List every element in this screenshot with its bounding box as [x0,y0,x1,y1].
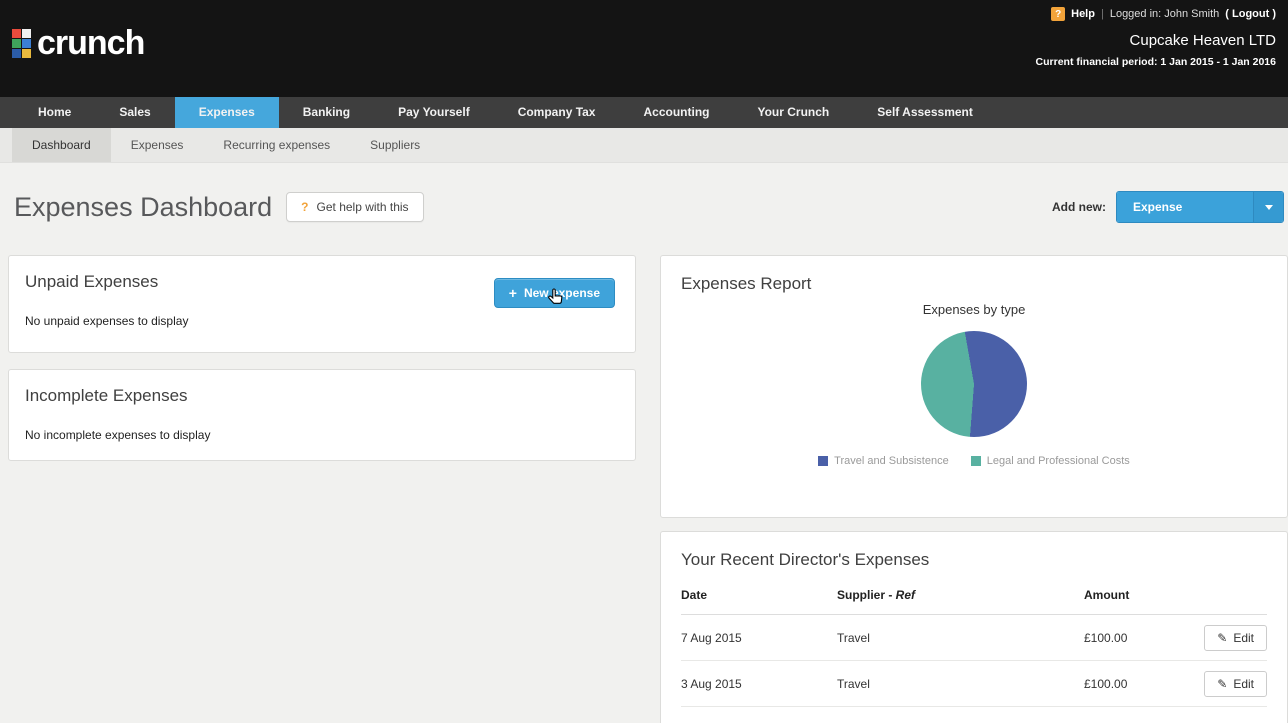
main-nav: Home Sales Expenses Banking Pay Yourself… [0,97,1288,128]
question-icon: ? [301,200,309,214]
chart-title: Expenses by type [922,302,1026,317]
add-new-expense-button[interactable]: Expense [1117,192,1253,222]
nav-item-sales[interactable]: Sales [95,97,174,128]
edit-button[interactable]: ✎ Edit [1204,670,1267,697]
financial-period-value: 1 Jan 2015 - 1 Jan 2016 [1160,56,1276,68]
legend-swatch-legal [970,456,981,466]
logout-link[interactable]: ( Logout ) [1225,8,1276,20]
legend-item: Travel and Subsistence [818,455,949,467]
nav-item-self-assessment[interactable]: Self Assessment [853,97,997,128]
legend-swatch-travel [818,456,829,466]
recent-expenses-table: Date Supplier - Ref Amount 7 Aug 2015 Tr… [681,588,1267,707]
financial-period-label: Current financial period: [1035,56,1158,68]
nav-item-banking[interactable]: Banking [279,97,374,128]
nav-item-expenses[interactable]: Expenses [174,97,279,128]
get-help-label: Get help with this [316,200,409,214]
left-column: Unpaid Expenses + New expense No unpaid … [8,255,636,461]
incomplete-empty-text: No incomplete expenses to display [25,428,211,442]
crunch-logo-text: crunch [37,24,145,62]
table-header-row: Date Supplier - Ref Amount [681,588,1267,615]
edit-button[interactable]: ✎ Edit [1204,624,1267,651]
expenses-report-title: Expenses Report [681,274,812,293]
column-date: Date [681,588,708,602]
nav-item-company-tax[interactable]: Company Tax [494,97,620,128]
page-title: Expenses Dashboard [14,191,273,222]
subnav-item-suppliers[interactable]: Suppliers [350,128,440,162]
help-link[interactable]: Help [1071,8,1095,20]
topbar: crunch ? Help | Logged in: John Smith ( … [0,0,1288,97]
recent-expenses-card: Your Recent Director's Expenses Date Sup… [660,531,1288,723]
new-expense-button[interactable]: + New expense [493,278,615,308]
table-row: 3 Aug 2015 Travel £100.00 ✎ Edit [681,661,1267,707]
add-new-label: Add new: [1052,200,1106,214]
incomplete-expenses-title: Incomplete Expenses [25,386,188,405]
get-help-button[interactable]: ? Get help with this [286,192,424,222]
edit-label: Edit [1233,676,1254,691]
dropdown-toggle[interactable] [1253,192,1283,222]
sub-nav: Dashboard Expenses Recurring expenses Su… [0,128,1288,163]
separator: | [1100,8,1104,20]
cell-date: 7 Aug 2015 [681,630,742,645]
page: crunch ? Help | Logged in: John Smith ( … [0,0,1288,723]
chart-legend: Travel and Subsistence Legal and Profess… [681,455,1267,467]
nav-item-accounting[interactable]: Accounting [619,97,733,128]
pencil-icon: ✎ [1217,676,1228,691]
logged-in-text: Logged in: John Smith [1109,8,1220,20]
nav-item-your-crunch[interactable]: Your Crunch [733,97,853,128]
edit-label: Edit [1233,630,1254,645]
legend-item: Legal and Professional Costs [970,455,1130,467]
pencil-icon: ✎ [1217,630,1228,645]
cell-supplier: Travel [837,630,870,645]
column-amount: Amount [1084,588,1130,602]
legend-label-legal: Legal and Professional Costs [986,455,1130,467]
column-supplier-ref: Supplier - Ref [837,588,916,602]
crunch-logo[interactable]: crunch [12,24,145,62]
subnav-item-dashboard[interactable]: Dashboard [12,128,111,162]
table-row: 7 Aug 2015 Travel £100.00 ✎ Edit [681,615,1267,661]
financial-period: Current financial period: 1 Jan 2015 - 1… [1036,56,1276,68]
page-header: Expenses Dashboard ? Get help with this … [0,163,1288,227]
legend-label-travel: Travel and Subsistence [834,455,949,467]
new-expense-label: New expense [523,286,600,300]
plus-icon: + [508,285,517,301]
unpaid-empty-text: No unpaid expenses to display [25,314,189,328]
recent-expenses-title: Your Recent Director's Expenses [681,550,930,569]
topbar-user-row: ? Help | Logged in: John Smith ( Logout … [1036,7,1276,21]
topbar-right: ? Help | Logged in: John Smith ( Logout … [1036,7,1276,68]
help-icon[interactable]: ? [1051,7,1066,21]
add-new-expense-dropdown[interactable]: Expense [1116,191,1284,223]
incomplete-expenses-card: Incomplete Expenses No incomplete expens… [8,369,636,461]
company-name: Cupcake Heaven LTD [1129,32,1276,49]
unpaid-expenses-card: Unpaid Expenses + New expense No unpaid … [8,255,636,353]
subnav-item-expenses[interactable]: Expenses [111,128,204,162]
crunch-logo-icon [12,28,31,58]
right-column: Expenses Report Expenses by type Travel … [660,255,1288,723]
nav-item-home[interactable]: Home [14,97,95,128]
chevron-down-icon [1264,204,1273,210]
cell-date: 3 Aug 2015 [681,676,742,691]
cell-amount: £100.00 [1084,630,1128,645]
expenses-report-card: Expenses Report Expenses by type Travel … [660,255,1288,518]
nav-item-pay-yourself[interactable]: Pay Yourself [374,97,494,128]
subnav-item-recurring-expenses[interactable]: Recurring expenses [203,128,350,162]
pie-chart [921,331,1027,437]
cell-supplier: Travel [837,676,870,691]
cell-amount: £100.00 [1084,676,1128,691]
